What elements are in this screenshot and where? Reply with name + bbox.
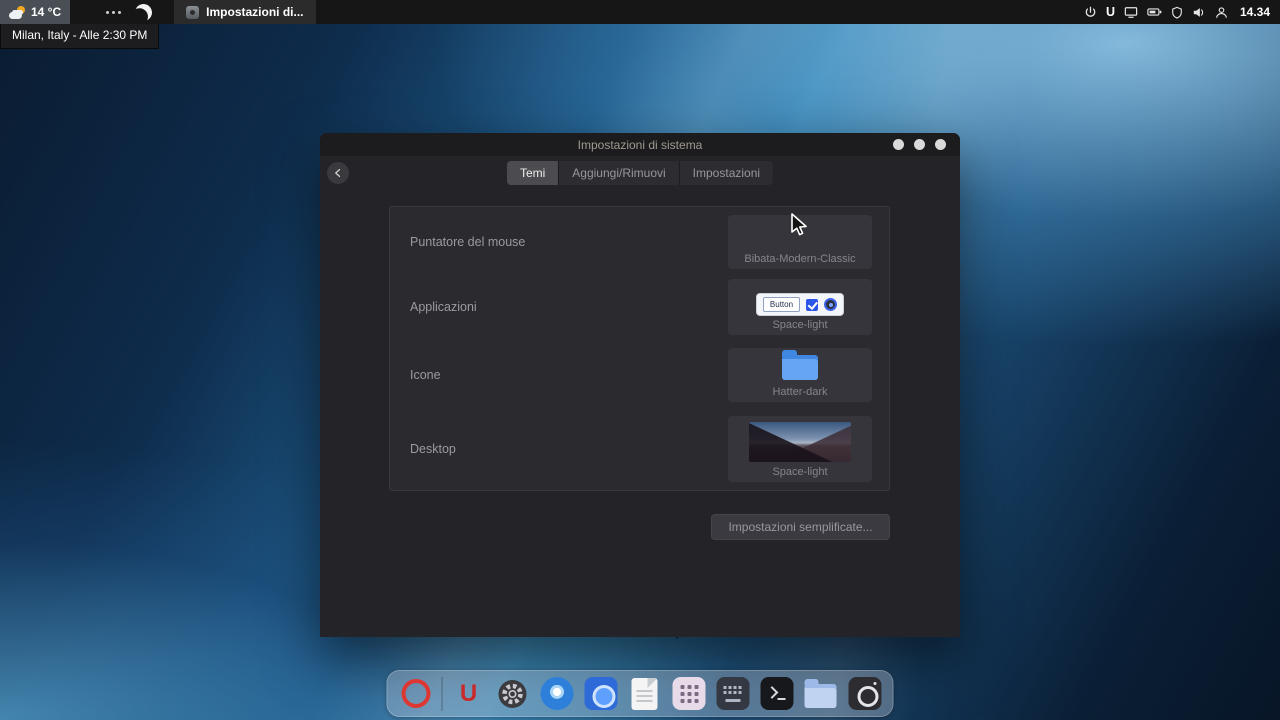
terminal-icon[interactable] (759, 676, 795, 712)
keyboard-icon (716, 677, 749, 710)
system-tray: U 14.34 (1084, 0, 1280, 24)
file-icon (632, 678, 658, 710)
weather-icon (9, 6, 25, 19)
window-control-minimize[interactable] (893, 139, 904, 150)
document-icon[interactable] (627, 676, 663, 712)
folder-icon (782, 355, 818, 380)
folder-icon (805, 684, 837, 708)
weather-temp: 14 °C (31, 5, 61, 19)
tab-group: Temi Aggiungi/Rimuovi Impostazioni (507, 161, 773, 185)
weather-widget[interactable]: 14 °C (0, 0, 70, 24)
grid-dots-icon (672, 677, 705, 710)
settings-gear-icon[interactable] (495, 676, 531, 712)
unity-launcher-icon[interactable] (398, 676, 434, 712)
u-letter-icon: U (460, 682, 477, 706)
taskbar-window-label: Impostazioni di... (206, 5, 303, 19)
settings-window: Impostazioni di sistema Temi Aggiungi/Ri… (320, 133, 960, 637)
settings-app-icon (186, 6, 199, 19)
battery-icon[interactable] (1147, 6, 1162, 18)
screen: 14 °C Impostazioni di... U 14.34 Milan, … (0, 0, 1280, 720)
tab-temi[interactable]: Temi (507, 161, 558, 185)
unity-u-icon[interactable]: U (451, 676, 487, 712)
mouse-cursor (788, 212, 810, 238)
desktop-wallpaper-button[interactable]: Space-light (728, 416, 872, 482)
back-button[interactable] (327, 162, 349, 184)
simplified-settings-button[interactable]: Impostazioni semplificate... (711, 514, 890, 540)
terminal-prompt-icon (760, 677, 793, 710)
overflow-menu-icon[interactable] (106, 11, 121, 14)
volume-icon[interactable] (1192, 6, 1206, 19)
icon-theme-button[interactable]: Hatter-dark (728, 348, 872, 402)
setting-label: Applicazioni (410, 300, 477, 314)
shield-icon[interactable] (1171, 6, 1183, 19)
window-control-maximize[interactable] (914, 139, 925, 150)
setting-value: Hatter-dark (772, 386, 827, 398)
chromium-browser-icon[interactable] (539, 676, 575, 712)
setting-row-applications: Applicazioni Button Space-light (390, 274, 889, 340)
preview-radio-icon (824, 298, 837, 311)
keyboard-app-icon[interactable] (715, 676, 751, 712)
unity-ring-icon (401, 679, 430, 708)
power-icon[interactable] (1084, 6, 1097, 19)
user-icon[interactable] (1215, 6, 1228, 19)
setting-value: Space-light (772, 466, 827, 478)
clock[interactable]: 14.34 (1240, 5, 1270, 19)
widget-theme-preview: Button (757, 294, 843, 315)
tab-bar: Temi Aggiungi/Rimuovi Impostazioni (320, 159, 960, 193)
themes-card: Puntatore del mouse Bibata-Modern-Classi… (389, 206, 890, 491)
unity-indicator-icon[interactable]: U (1106, 5, 1115, 19)
window-controls (893, 139, 946, 150)
titlebar[interactable]: Impostazioni di sistema (320, 133, 960, 156)
setting-label: Puntatore del mouse (410, 235, 525, 249)
setting-value: Space-light (772, 319, 827, 331)
preview-button: Button (763, 297, 800, 312)
dock: U (387, 670, 894, 717)
preview-checkbox-icon (806, 299, 818, 311)
display-icon[interactable] (1124, 6, 1138, 19)
dock-separator (442, 677, 443, 711)
weather-tooltip: Milan, Italy - Alle 2:30 PM (0, 24, 159, 49)
application-theme-button[interactable]: Button Space-light (728, 279, 872, 335)
window-title: Impostazioni di sistema (578, 138, 703, 152)
panel-left-group: 14 °C Impostazioni di... (0, 0, 316, 24)
gear-icon (497, 678, 529, 710)
setting-label: Icone (410, 368, 441, 382)
screenshot-camera-icon[interactable] (847, 676, 883, 712)
wallpaper-thumbnail (749, 422, 851, 462)
compass-icon (540, 677, 573, 710)
blue-app-icon[interactable] (583, 676, 619, 712)
chevron-left-icon (332, 167, 344, 179)
tab-impostazioni[interactable]: Impostazioni (680, 161, 773, 185)
app-grid-icon[interactable] (671, 676, 707, 712)
setting-row-desktop: Desktop Space-light (390, 410, 889, 487)
top-panel: 14 °C Impostazioni di... U 14.34 (0, 0, 1280, 24)
globe-icon (584, 677, 617, 710)
setting-row-mouse-pointer: Puntatore del mouse Bibata-Modern-Classi… (390, 210, 889, 274)
setting-value: Bibata-Modern-Classic (744, 253, 855, 265)
taskbar-window-button[interactable]: Impostazioni di... (174, 0, 315, 24)
setting-row-icons: Icone Hatter-dark (390, 340, 889, 410)
night-mode-icon[interactable] (133, 2, 154, 23)
files-folder-icon[interactable] (803, 676, 839, 712)
camera-lens-icon (848, 677, 881, 710)
setting-label: Desktop (410, 442, 456, 456)
tab-aggiungi-rimuovi[interactable]: Aggiungi/Rimuovi (559, 161, 678, 185)
window-control-close[interactable] (935, 139, 946, 150)
